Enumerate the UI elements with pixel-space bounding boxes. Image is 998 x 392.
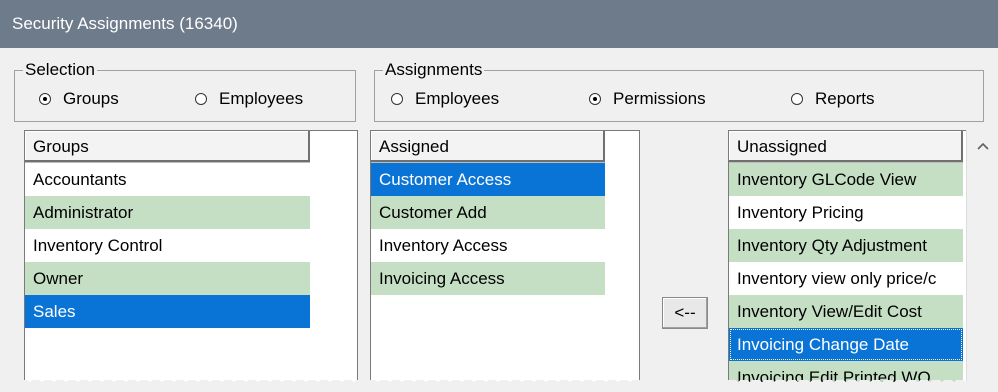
list-item-label: Sales bbox=[33, 302, 76, 321]
list-item-sales[interactable]: Sales bbox=[25, 295, 310, 328]
list-item-owner[interactable]: Owner bbox=[25, 262, 310, 295]
radio-permissions[interactable]: Permissions bbox=[589, 89, 706, 109]
list-item-invoicing-change-date[interactable]: Invoicing Change Date bbox=[729, 328, 963, 361]
radio-permissions-indicator[interactable] bbox=[589, 93, 601, 105]
list-item-customer-add[interactable]: Customer Add bbox=[371, 196, 605, 229]
radio-employees-indicator[interactable] bbox=[195, 93, 207, 105]
radio-reports[interactable]: Reports bbox=[791, 89, 875, 109]
list-item-inventory-pricing[interactable]: Inventory Pricing bbox=[729, 196, 963, 229]
list-item-label: Inventory GLCode View bbox=[737, 170, 917, 189]
list-item-inventory-glcode-view[interactable]: Inventory GLCode View bbox=[729, 163, 963, 196]
list-item-inventory-access[interactable]: Inventory Access bbox=[371, 229, 605, 262]
list-item-label: Owner bbox=[33, 269, 84, 288]
assigned-header-label: Assigned bbox=[379, 137, 449, 156]
radio-reports-indicator[interactable] bbox=[791, 93, 803, 105]
list-item-label: Accountants bbox=[33, 170, 127, 189]
list-item-label: Inventory View/Edit Cost bbox=[737, 302, 922, 321]
list-item-administrator[interactable]: Administrator bbox=[25, 196, 310, 229]
unassigned-listbox[interactable]: Unassigned Inventory GLCode View Invento… bbox=[728, 130, 998, 392]
radio-employees-label: Employees bbox=[219, 89, 304, 108]
radio-permissions-label: Permissions bbox=[613, 89, 706, 108]
list-item-label: Inventory Qty Adjustment bbox=[737, 236, 927, 255]
radio-assign-employees-indicator[interactable] bbox=[391, 93, 403, 105]
list-item-label: Invoicing Access bbox=[379, 269, 505, 288]
radio-assign-employees[interactable]: Employees bbox=[391, 89, 499, 109]
list-item-label: Inventory view only price/c bbox=[737, 269, 937, 288]
list-item-label: Customer Add bbox=[379, 203, 487, 222]
radio-assign-employees-label: Employees bbox=[415, 89, 500, 108]
groups-listbox[interactable]: Groups Accountants Administrator Invento… bbox=[24, 130, 358, 392]
list-item-customer-access[interactable]: Customer Access bbox=[371, 163, 605, 196]
unassigned-scrollbar[interactable] bbox=[966, 130, 998, 392]
list-item-label: Administrator bbox=[33, 203, 134, 222]
window-title-bar: Security Assignments (16340) bbox=[0, 0, 998, 48]
list-item-label: Customer Access bbox=[379, 170, 512, 189]
list-item-accountants[interactable]: Accountants bbox=[25, 163, 310, 196]
torn-edge-divider bbox=[0, 380, 998, 392]
assignments-legend: Assignments bbox=[383, 60, 485, 80]
unassigned-column-header[interactable]: Unassigned bbox=[729, 131, 963, 163]
list-item-inventory-qty-adjustment[interactable]: Inventory Qty Adjustment bbox=[729, 229, 963, 262]
selection-legend: Selection bbox=[23, 60, 97, 80]
list-item-inventory-control[interactable]: Inventory Control bbox=[25, 229, 310, 262]
radio-employees[interactable]: Employees bbox=[195, 89, 303, 109]
list-item-inventory-view-edit-cost[interactable]: Inventory View/Edit Cost bbox=[729, 295, 963, 328]
list-item-invoicing-access[interactable]: Invoicing Access bbox=[371, 262, 605, 295]
assigned-listbox[interactable]: Assigned Customer Access Customer Add In… bbox=[370, 130, 640, 392]
list-item-inventory-view-only-price[interactable]: Inventory view only price/c bbox=[729, 262, 963, 295]
move-button-label: <-- bbox=[674, 303, 696, 322]
groups-column-header[interactable]: Groups bbox=[25, 131, 310, 163]
list-item-label: Inventory Control bbox=[33, 236, 163, 255]
radio-groups[interactable]: Groups bbox=[39, 89, 119, 109]
unassigned-header-label: Unassigned bbox=[737, 137, 827, 156]
radio-groups-indicator[interactable] bbox=[39, 93, 51, 105]
scroll-up-icon[interactable] bbox=[977, 142, 989, 150]
move-to-assigned-button[interactable]: <-- bbox=[662, 297, 708, 329]
groups-header-label: Groups bbox=[33, 137, 89, 156]
assigned-column-header[interactable]: Assigned bbox=[371, 131, 605, 163]
assignments-groupbox: Assignments Employees Permissions Report… bbox=[374, 60, 984, 122]
window-title: Security Assignments (16340) bbox=[12, 14, 238, 33]
list-item-label: Inventory Access bbox=[379, 236, 508, 255]
list-item-label: Invoicing Change Date bbox=[737, 335, 910, 354]
selection-groupbox: Selection Groups Employees bbox=[14, 60, 356, 122]
radio-groups-label: Groups bbox=[63, 89, 119, 108]
list-item-label: Inventory Pricing bbox=[737, 203, 864, 222]
radio-reports-label: Reports bbox=[815, 89, 875, 108]
